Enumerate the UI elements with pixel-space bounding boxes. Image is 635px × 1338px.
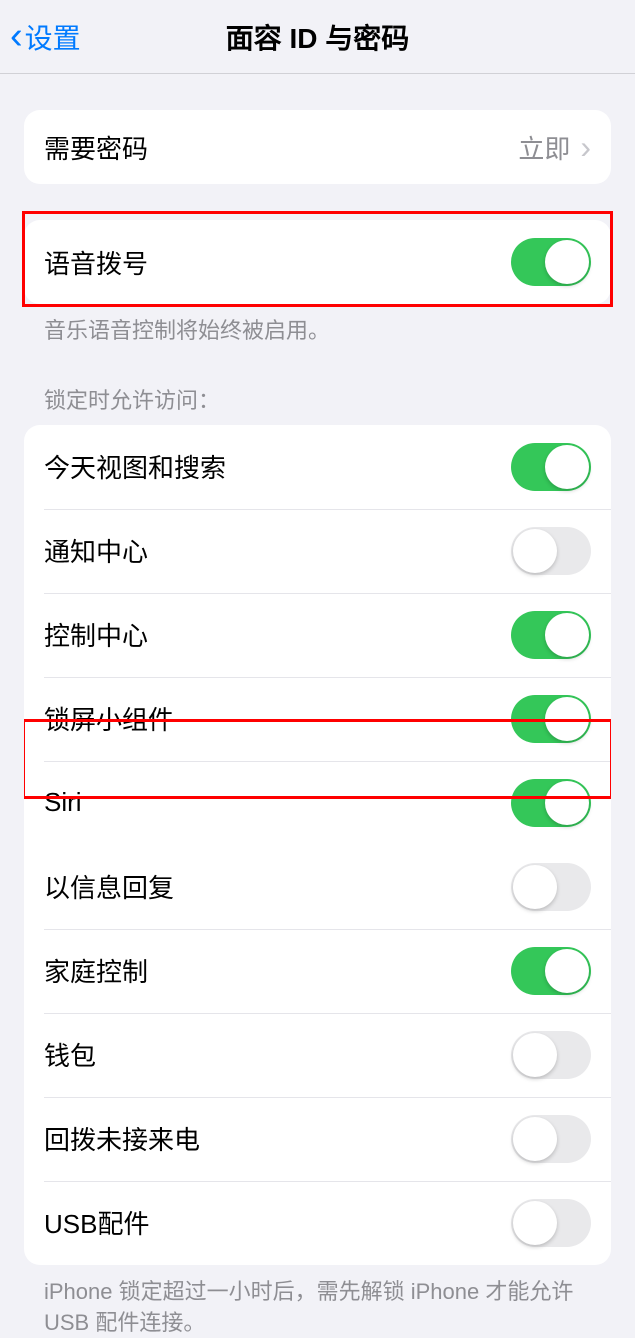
require-passcode-value: 立即 — [518, 129, 570, 166]
navigation-header: ‹ 设置 面容 ID 与密码 — [0, 0, 635, 74]
lock-item-row: 控制中心 — [24, 593, 611, 677]
lock-item-toggle[interactable] — [511, 695, 591, 743]
lock-item-row: 通知中心 — [24, 509, 611, 593]
require-passcode-label: 需要密码 — [44, 129, 148, 166]
lock-item-toggle[interactable] — [511, 1031, 591, 1079]
lock-item-toggle[interactable] — [511, 611, 591, 659]
lock-item-row: Siri — [24, 761, 611, 845]
lock-item-row: 钱包 — [24, 1013, 611, 1097]
lock-item-toggle[interactable] — [511, 1115, 591, 1163]
lock-item-toggle[interactable] — [511, 443, 591, 491]
lock-item-label: 通知中心 — [44, 532, 148, 569]
lock-section-header: 锁定时允许访问： — [24, 383, 611, 425]
lock-item-row: 回拨未接来电 — [24, 1097, 611, 1181]
lock-section-footer: iPhone 锁定超过一小时后，需先解锁 iPhone 才能允许 USB 配件连… — [24, 1265, 611, 1338]
lock-item-label: 家庭控制 — [44, 952, 148, 989]
lock-item-label: USB配件 — [44, 1204, 149, 1241]
lock-item-toggle[interactable] — [511, 779, 591, 827]
back-button[interactable]: ‹ 设置 — [10, 15, 81, 58]
voice-dial-row: 语音拨号 — [24, 220, 611, 304]
lock-item-label: 钱包 — [44, 1036, 96, 1073]
voice-dial-footer: 音乐语音控制将始终被启用。 — [24, 304, 611, 347]
lock-item-row: 锁屏小组件 — [24, 677, 611, 761]
lock-item-label: Siri — [44, 787, 82, 818]
lock-item-toggle[interactable] — [511, 863, 591, 911]
back-label: 设置 — [25, 17, 81, 57]
lock-item-row: USB配件 — [24, 1181, 611, 1265]
lock-item-label: 回拨未接来电 — [44, 1120, 200, 1157]
page-title: 面容 ID 与密码 — [226, 17, 410, 57]
voice-dial-label: 语音拨号 — [44, 244, 148, 281]
voice-dial-toggle[interactable] — [511, 238, 591, 286]
lock-item-toggle[interactable] — [511, 947, 591, 995]
lock-item-row: 今天视图和搜索 — [24, 425, 611, 509]
lock-item-label: 控制中心 — [44, 616, 148, 653]
chevron-left-icon: ‹ — [10, 15, 23, 58]
lock-item-label: 今天视图和搜索 — [44, 448, 226, 485]
lock-item-row: 家庭控制 — [24, 929, 611, 1013]
lock-item-toggle[interactable] — [511, 1199, 591, 1247]
lock-item-label: 以信息回复 — [44, 868, 174, 905]
require-passcode-row[interactable]: 需要密码 立即 › — [24, 110, 611, 184]
lock-item-row: 以信息回复 — [24, 845, 611, 929]
lock-item-toggle[interactable] — [511, 527, 591, 575]
chevron-right-icon: › — [580, 129, 591, 166]
lock-item-label: 锁屏小组件 — [44, 700, 174, 737]
